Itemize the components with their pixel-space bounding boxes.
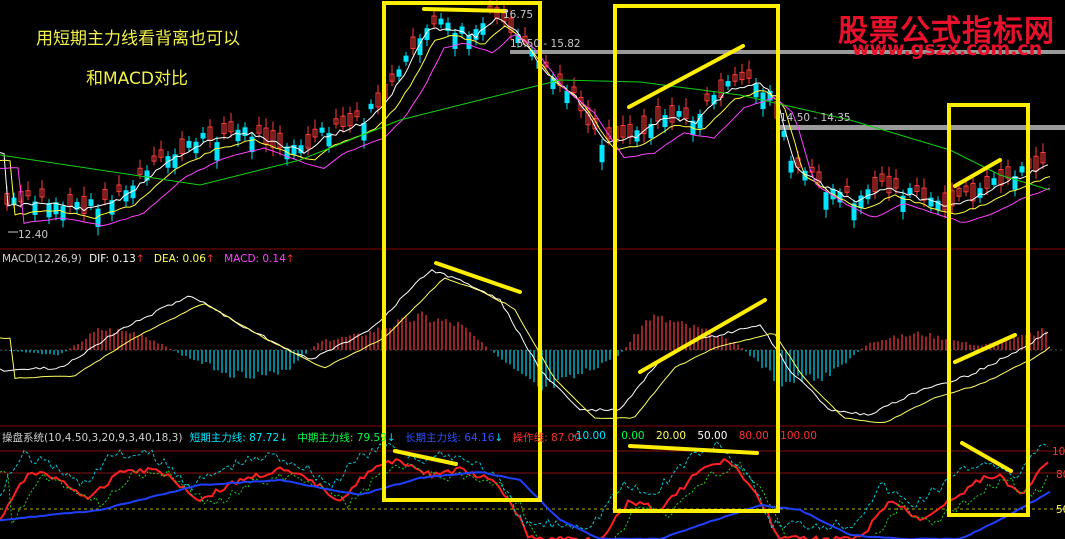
candle-body bbox=[823, 192, 829, 210]
macd-value-arrow: ↑ bbox=[285, 253, 295, 265]
annotation-line2: 和MACD对比 bbox=[86, 69, 188, 89]
trend-mark-5 bbox=[638, 298, 767, 374]
osc-level-0: 0.00 bbox=[621, 430, 645, 442]
candle-body bbox=[599, 144, 605, 163]
osc-long-arrow: ↓ bbox=[494, 432, 504, 444]
highlight-box-1 bbox=[382, 1, 542, 502]
macd-title: MACD(12,26,9) bbox=[2, 253, 82, 265]
candle-body bbox=[977, 188, 983, 198]
osc-level-m10: -10.00 bbox=[572, 430, 606, 442]
price-low-label: 12.40 bbox=[18, 229, 49, 241]
osc-level-80: 80.00 bbox=[738, 430, 769, 442]
candle-body bbox=[88, 199, 94, 206]
candle-body bbox=[396, 69, 402, 77]
osc-level-50: 50.00 bbox=[697, 430, 728, 442]
candle-body bbox=[991, 178, 997, 185]
candle-body bbox=[1019, 166, 1025, 173]
osc-cyan-line bbox=[0, 440, 1049, 531]
candle-body bbox=[200, 132, 206, 139]
candle-body bbox=[858, 195, 864, 209]
candle-body bbox=[361, 123, 367, 141]
macd-dif-arrow: ↑ bbox=[135, 253, 145, 265]
trend-mark-7 bbox=[393, 449, 458, 466]
osc-tick-50: 50 bbox=[1056, 504, 1065, 516]
macd-dif-label: DIF: 0.13 bbox=[89, 253, 136, 265]
candle-body bbox=[438, 18, 444, 25]
osc-short-arrow: ↓ bbox=[279, 432, 289, 444]
candle-body bbox=[851, 203, 857, 221]
osc-level-100: 100.00 bbox=[780, 430, 817, 442]
candle-body bbox=[662, 115, 668, 128]
candle-body bbox=[1012, 176, 1018, 190]
macd-value-label: MACD: 0.14 bbox=[224, 253, 286, 265]
trend-mark-2 bbox=[627, 44, 745, 109]
candle-body bbox=[725, 80, 731, 87]
candle-body bbox=[53, 202, 59, 215]
candle-body bbox=[403, 55, 409, 62]
candle-body bbox=[564, 90, 570, 104]
candle-body bbox=[676, 111, 682, 117]
candle-body bbox=[235, 129, 241, 142]
price-level2-label: 14.50 - 14.35 bbox=[780, 112, 851, 124]
price-ma-trend bbox=[0, 79, 1051, 191]
macd-dif-line bbox=[0, 269, 1049, 416]
trend-mark-1 bbox=[422, 7, 508, 13]
osc-long-label: 长期主力线: 64.16 bbox=[404, 432, 495, 444]
osc-mid-label: 中期主力线: 79.59 bbox=[297, 432, 387, 444]
annotation-line1: 用短期主力线看背离也可以 bbox=[36, 29, 240, 49]
osc-short-label: 短期主力线: 87.72 bbox=[189, 432, 280, 444]
osc-level-20: 20.00 bbox=[655, 430, 686, 442]
osc-mid-arrow: ↓ bbox=[386, 432, 396, 444]
osc-op-label: 操作线: 87.00 bbox=[512, 432, 582, 444]
trend-mark-8 bbox=[628, 444, 759, 455]
candle-body bbox=[907, 188, 913, 195]
price-high-label: 16.75 bbox=[503, 9, 534, 21]
price-level2-bar bbox=[780, 125, 1065, 130]
macd-dea-arrow: ↑ bbox=[205, 253, 215, 265]
osc-tick-100: 100 bbox=[1052, 446, 1065, 458]
candle-body bbox=[186, 140, 192, 148]
candle-body bbox=[753, 83, 759, 98]
watermark-url: www.gszx.com.cn bbox=[852, 38, 1043, 60]
candle-body bbox=[368, 103, 374, 110]
candle-body bbox=[214, 142, 220, 161]
osc-tick-80: 80 bbox=[1056, 469, 1065, 481]
macd-dea-label: DEA: 0.06 bbox=[153, 253, 206, 265]
candle-body bbox=[865, 189, 871, 200]
candle-body bbox=[788, 160, 794, 173]
osc-title: 操盘系统(10,4.50,3,20,9,3,40,18,3) bbox=[2, 432, 183, 444]
trend-mark-9 bbox=[960, 441, 1013, 473]
candle-body bbox=[319, 127, 325, 133]
candle-body bbox=[46, 203, 52, 218]
candle-body bbox=[249, 136, 255, 153]
candle-body bbox=[466, 35, 472, 49]
price-level1-label: 15.50 - 15.82 bbox=[510, 38, 581, 50]
